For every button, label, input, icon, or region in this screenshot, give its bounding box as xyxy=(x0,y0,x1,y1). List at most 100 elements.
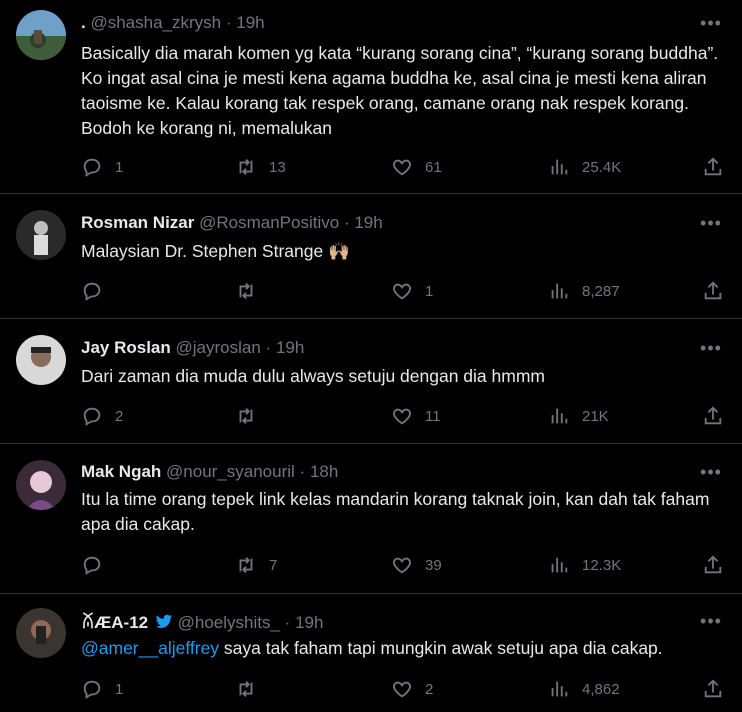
tweet[interactable]: Rosman Nizar @RosmanPositivo · 19h ••• M… xyxy=(0,194,742,319)
separator: · xyxy=(284,613,291,632)
reply-button[interactable]: 1 xyxy=(81,677,123,701)
tweet-actions: 1 2 4,862 xyxy=(81,677,726,701)
like-button[interactable]: 11 xyxy=(391,404,441,428)
share-button[interactable] xyxy=(702,155,724,179)
handle[interactable]: @shasha_zkrysh xyxy=(90,13,221,32)
tweet-actions: 1 13 61 25.4K xyxy=(81,155,726,179)
views-button[interactable]: 12.3K xyxy=(548,553,621,577)
timestamp[interactable]: 18h xyxy=(310,462,338,481)
reply-count: 2 xyxy=(115,407,124,425)
tweet-text: Basically dia marah komen yg kata “kuran… xyxy=(81,43,719,138)
like-button[interactable]: 2 xyxy=(391,677,433,701)
tweet-text: Itu la time orang tepek link kelas manda… xyxy=(81,489,710,534)
more-icon[interactable]: ••• xyxy=(700,14,722,32)
avatar[interactable] xyxy=(16,10,66,60)
more-icon[interactable]: ••• xyxy=(700,339,722,357)
view-count: 8,287 xyxy=(582,282,620,300)
heart-icon xyxy=(393,159,411,176)
heart-icon xyxy=(393,681,411,698)
tweet-actions: 2 11 21K xyxy=(81,404,726,428)
views-icon xyxy=(551,159,568,175)
retweet-button[interactable]: 13 xyxy=(235,155,286,179)
separator: · xyxy=(343,213,350,232)
display-name[interactable]: . xyxy=(81,13,86,32)
avatar[interactable] xyxy=(16,460,66,510)
retweet-button[interactable]: 7 xyxy=(235,553,277,577)
retweet-icon xyxy=(239,408,253,424)
tweet[interactable]: . @shasha_zkrysh · 19h ••• Basically dia… xyxy=(0,0,742,194)
handle[interactable]: @RosmanPositivo xyxy=(199,213,339,232)
views-button[interactable]: 4,862 xyxy=(548,677,620,701)
tweet-header: Mak Ngah @nour_syanouril · 18h xyxy=(81,462,338,482)
reply-button[interactable]: 2 xyxy=(81,404,123,428)
share-icon xyxy=(704,679,722,698)
tweet-text: saya tak faham tapi mungkin awak setuju … xyxy=(219,638,663,658)
like-count: 2 xyxy=(425,680,434,698)
timestamp[interactable]: 19h xyxy=(295,613,323,632)
tweet[interactable]: Jay Roslan @jayroslan · 19h ••• Dari zam… xyxy=(0,319,742,444)
timestamp[interactable]: 19h xyxy=(276,338,304,357)
tweet-actions: 1 8,287 xyxy=(81,279,726,303)
more-icon[interactable]: ••• xyxy=(700,214,722,232)
views-icon xyxy=(551,557,568,573)
share-icon xyxy=(704,406,722,425)
reply-count: 1 xyxy=(115,680,124,698)
share-icon xyxy=(704,555,722,574)
retweet-button[interactable] xyxy=(235,677,269,701)
avatar[interactable] xyxy=(16,608,66,658)
views-button[interactable]: 8,287 xyxy=(548,279,620,303)
views-button[interactable]: 21K xyxy=(548,404,609,428)
tweet-header: . @shasha_zkrysh · 19h xyxy=(81,13,265,33)
tweet-text: Malaysian Dr. Stephen Strange 🙌🏼 xyxy=(81,241,350,261)
views-button[interactable]: 25.4K xyxy=(548,155,621,179)
more-icon[interactable]: ••• xyxy=(700,612,722,630)
reply-button[interactable]: 1 xyxy=(81,155,123,179)
heart-icon xyxy=(393,408,411,425)
retweet-count: 13 xyxy=(269,158,286,176)
share-button[interactable] xyxy=(702,553,724,577)
display-name[interactable]: Rosman Nizar xyxy=(81,213,194,232)
tweet[interactable]: ꊼÆA-12 @hoelyshits_ · 19h ••• @amer__alj… xyxy=(0,594,742,712)
retweet-icon xyxy=(239,557,253,573)
views-icon xyxy=(551,681,568,697)
view-count: 4,862 xyxy=(582,680,620,698)
avatar[interactable] xyxy=(16,335,66,385)
reply-icon xyxy=(83,158,101,177)
tweet[interactable]: Mak Ngah @nour_syanouril · 18h ••• Itu l… xyxy=(0,444,742,594)
retweet-icon xyxy=(239,283,253,299)
reply-button[interactable] xyxy=(81,279,115,303)
display-name[interactable]: Jay Roslan xyxy=(81,338,171,357)
views-icon xyxy=(551,408,568,424)
display-name[interactable]: ꊼÆA-12 xyxy=(81,613,148,632)
tweet-text: Dari zaman dia muda dulu always setuju d… xyxy=(81,366,545,386)
display-name[interactable]: Mak Ngah xyxy=(81,462,161,481)
tweet-header: Jay Roslan @jayroslan · 19h xyxy=(81,338,304,358)
like-count: 1 xyxy=(425,282,434,300)
separator: · xyxy=(299,462,306,481)
share-button[interactable] xyxy=(702,677,724,701)
views-icon xyxy=(551,283,568,299)
like-button[interactable]: 61 xyxy=(391,155,442,179)
like-button[interactable]: 39 xyxy=(391,553,442,577)
avatar[interactable] xyxy=(16,210,66,260)
reply-icon xyxy=(83,556,101,575)
heart-icon xyxy=(393,557,411,574)
tweet-header: Rosman Nizar @RosmanPositivo · 19h xyxy=(81,213,383,233)
retweet-button[interactable] xyxy=(235,279,269,303)
like-button[interactable]: 1 xyxy=(391,279,433,303)
reply-button[interactable] xyxy=(81,553,115,577)
timestamp[interactable]: 19h xyxy=(354,213,382,232)
heart-icon xyxy=(393,283,411,300)
handle[interactable]: @nour_syanouril xyxy=(166,462,295,481)
retweet-button[interactable] xyxy=(235,404,269,428)
handle[interactable]: @hoelyshits_ xyxy=(178,613,280,632)
tweet-text-container: @amer__aljeffrey saya tak faham tapi mun… xyxy=(81,636,721,661)
timestamp[interactable]: 19h xyxy=(236,13,264,32)
retweet-icon xyxy=(239,681,253,697)
handle[interactable]: @jayroslan xyxy=(176,338,261,357)
share-button[interactable] xyxy=(702,404,724,428)
tweet-header: ꊼÆA-12 @hoelyshits_ · 19h xyxy=(81,611,323,633)
share-button[interactable] xyxy=(702,279,724,303)
mention-link[interactable]: @amer__aljeffrey xyxy=(81,638,219,658)
more-icon[interactable]: ••• xyxy=(700,463,722,481)
